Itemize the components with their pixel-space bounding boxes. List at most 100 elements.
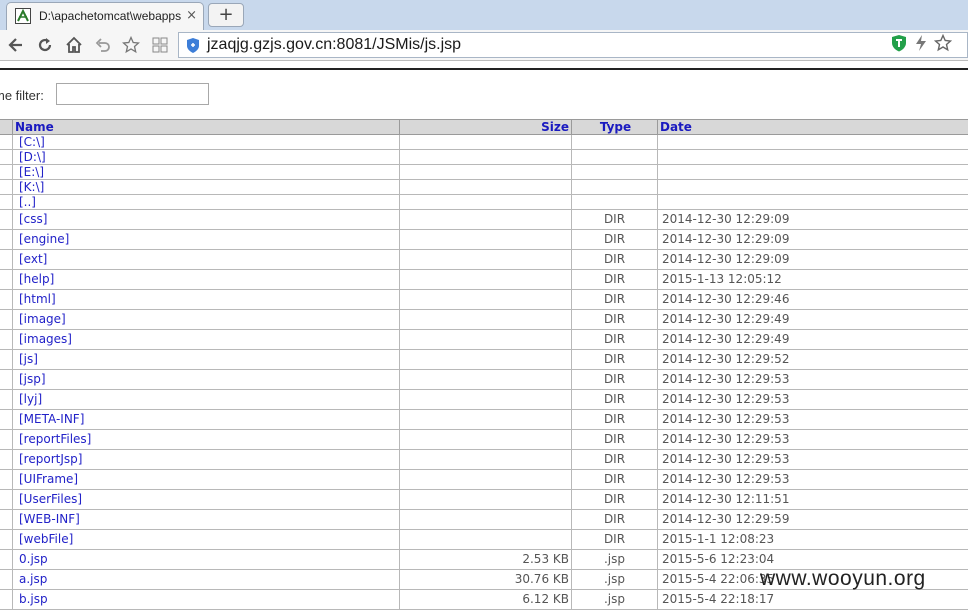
type-cell: DIR: [572, 410, 658, 430]
table-row[interactable]: [help]DIR2015-1-13 12:05:12: [0, 270, 968, 290]
table-row[interactable]: [META-INF] DIR2014-12-30 12:29:53: [0, 410, 968, 430]
header-date[interactable]: Date: [658, 120, 968, 135]
size-cell: [400, 390, 572, 410]
file-name-link[interactable]: [UIFrame]: [13, 470, 400, 490]
file-name-link[interactable]: [ext]: [13, 250, 400, 270]
row-marker: [0, 490, 13, 510]
undo-icon[interactable]: [92, 34, 114, 56]
file-name-link[interactable]: [html]: [13, 290, 400, 310]
date-cell: 2014-12-30 12:29:09: [658, 210, 968, 230]
size-cell: [400, 450, 572, 470]
file-name-link[interactable]: [WEB-INF]: [13, 510, 400, 530]
size-cell: 6.12 KB: [400, 590, 572, 610]
file-name-link[interactable]: [META-INF]: [13, 410, 400, 430]
file-name-link[interactable]: [reportJsp]: [13, 450, 400, 470]
header-type[interactable]: Type: [572, 120, 658, 135]
drive-row[interactable]: [..]: [0, 195, 968, 210]
table-row[interactable]: [js]DIR2014-12-30 12:29:52: [0, 350, 968, 370]
home-icon[interactable]: [63, 34, 85, 56]
address-bar[interactable]: jzaqjg.gzjs.gov.cn:8081/JSMis/js.jsp: [178, 32, 968, 58]
file-name-link[interactable]: [engine]: [13, 230, 400, 250]
reload-icon[interactable]: [34, 34, 56, 56]
file-name-link[interactable]: [js]: [13, 350, 400, 370]
file-table: Name Size Type Date [C:\][D:\][E:\][K:\]…: [0, 119, 968, 610]
adblock-shield-icon[interactable]: [890, 34, 908, 52]
file-name-link[interactable]: [jsp]: [13, 370, 400, 390]
browser-toolbar: jzaqjg.gzjs.gov.cn:8081/JSMis/js.jsp: [0, 30, 968, 61]
type-cell: DIR: [572, 250, 658, 270]
file-name-link[interactable]: [images]: [13, 330, 400, 350]
new-tab-button[interactable]: +: [208, 3, 244, 27]
header-name[interactable]: Name: [13, 120, 400, 135]
drive-link[interactable]: [C:\]: [13, 135, 400, 150]
table-row[interactable]: [webFile]DIR2015-1-1 12:08:23: [0, 530, 968, 550]
back-icon[interactable]: [5, 34, 27, 56]
file-name-link[interactable]: a.jsp: [13, 570, 400, 590]
file-name-link[interactable]: 0.jsp: [13, 550, 400, 570]
drive-link[interactable]: [D:\]: [13, 150, 400, 165]
drive-link[interactable]: [K:\]: [13, 180, 400, 195]
file-name-link[interactable]: [help]: [13, 270, 400, 290]
type-cell: DIR: [572, 210, 658, 230]
table-row[interactable]: [lyj]DIR2014-12-30 12:29:53: [0, 390, 968, 410]
tab-strip: D:\apachetomcat\webapps × +: [0, 0, 968, 30]
bookmark-star-icon[interactable]: [934, 34, 952, 52]
row-marker: [0, 550, 13, 570]
drive-link[interactable]: [E:\]: [13, 165, 400, 180]
size-cell: [400, 250, 572, 270]
row-marker: [0, 410, 13, 430]
drive-row[interactable]: [D:\]: [0, 150, 968, 165]
tab-close-icon[interactable]: ×: [186, 8, 197, 23]
drive-row[interactable]: [K:\]: [0, 180, 968, 195]
file-name-link[interactable]: [webFile]: [13, 530, 400, 550]
file-name-link[interactable]: [lyj]: [13, 390, 400, 410]
header-checkbox-column: [0, 120, 13, 135]
table-row[interactable]: [html]DIR2014-12-30 12:29:46: [0, 290, 968, 310]
type-cell: DIR: [572, 290, 658, 310]
date-cell: 2014-12-30 12:29:49: [658, 330, 968, 350]
row-marker: [0, 310, 13, 330]
table-row[interactable]: [reportFiles]DIR2014-12-30 12:29:53: [0, 430, 968, 450]
table-row[interactable]: [css] DIR2014-12-30 12:29:09: [0, 210, 968, 230]
file-name-link[interactable]: [UserFiles]: [13, 490, 400, 510]
file-name-link[interactable]: [css]: [13, 210, 400, 230]
file-name-link[interactable]: b.jsp: [13, 590, 400, 610]
row-marker: [0, 350, 13, 370]
table-row[interactable]: [UIFrame]DIR2014-12-30 12:29:53: [0, 470, 968, 490]
table-row[interactable]: [images]DIR2014-12-30 12:29:49: [0, 330, 968, 350]
date-cell: 2014-12-30 12:29:53: [658, 410, 968, 430]
table-row[interactable]: b.jsp6.12 KB.jsp2015-5-4 22:18:17: [0, 590, 968, 610]
lightning-icon[interactable]: [912, 34, 930, 52]
size-cell: [400, 165, 572, 180]
header-size[interactable]: Size: [400, 120, 572, 135]
size-cell: [400, 350, 572, 370]
table-row[interactable]: [UserFiles]DIR2014-12-30 12:11:51: [0, 490, 968, 510]
table-row[interactable]: [engine]DIR2014-12-30 12:29:09: [0, 230, 968, 250]
table-row[interactable]: [image]DIR2014-12-30 12:29:49: [0, 310, 968, 330]
table-row[interactable]: [WEB-INF]DIR2014-12-30 12:29:59: [0, 510, 968, 530]
type-cell: [572, 135, 658, 150]
table-row[interactable]: [ext]DIR2014-12-30 12:29:09: [0, 250, 968, 270]
drive-row[interactable]: [C:\]: [0, 135, 968, 150]
drive-link[interactable]: [..]: [13, 195, 400, 210]
table-row[interactable]: [reportJsp]DIR2014-12-30 12:29:53: [0, 450, 968, 470]
file-name-link[interactable]: [image]: [13, 310, 400, 330]
size-cell: [400, 270, 572, 290]
type-cell: DIR: [572, 270, 658, 290]
type-cell: .jsp: [572, 550, 658, 570]
table-row[interactable]: [jsp]DIR2014-12-30 12:29:53: [0, 370, 968, 390]
url-text[interactable]: jzaqjg.gzjs.gov.cn:8081/JSMis/js.jsp: [207, 36, 461, 54]
apps-grid-icon[interactable]: [149, 34, 171, 56]
filter-input[interactable]: [56, 83, 209, 105]
browser-tab[interactable]: D:\apachetomcat\webapps ×: [6, 2, 204, 30]
date-cell: 2014-12-30 12:29:53: [658, 370, 968, 390]
size-cell: [400, 290, 572, 310]
row-marker: [0, 180, 13, 195]
favorite-star-icon[interactable]: [120, 34, 142, 56]
size-cell: [400, 530, 572, 550]
file-name-link[interactable]: [reportFiles]: [13, 430, 400, 450]
type-cell: DIR: [572, 310, 658, 330]
filter-label: me filter:: [0, 88, 44, 103]
drive-row[interactable]: [E:\]: [0, 165, 968, 180]
tomcat-favicon-icon: [15, 8, 31, 24]
